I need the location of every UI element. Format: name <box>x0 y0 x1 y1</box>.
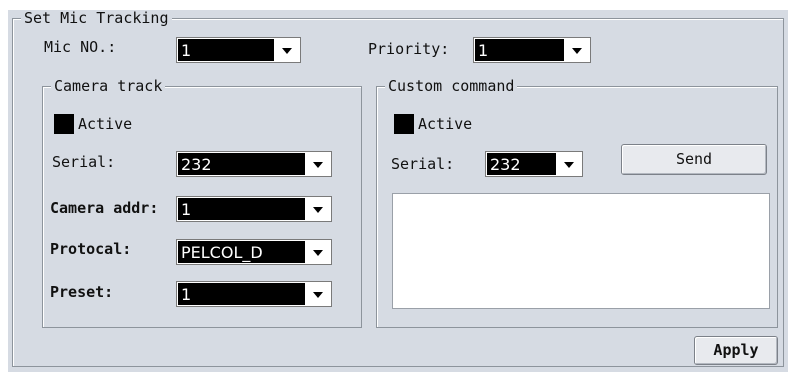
camera-serial-value: 232 <box>178 153 305 175</box>
chevron-down-icon[interactable] <box>564 38 590 62</box>
camera-serial-label: Serial: <box>52 153 116 171</box>
chevron-down-icon[interactable] <box>556 152 582 176</box>
chevron-down-icon[interactable] <box>305 240 331 264</box>
priority-label: Priority: <box>368 40 450 58</box>
mic-no-select[interactable]: 1 <box>176 37 301 63</box>
custom-serial-value: 232 <box>487 153 556 175</box>
preset-label: Preset: <box>50 283 114 301</box>
preset-value: 1 <box>178 283 305 305</box>
custom-command-active-checkbox[interactable] <box>394 114 414 134</box>
camera-serial-select[interactable]: 232 <box>176 151 332 177</box>
priority-select[interactable]: 1 <box>473 37 591 63</box>
send-button[interactable]: Send <box>621 144 767 175</box>
mic-no-value: 1 <box>178 39 274 61</box>
custom-command-textarea[interactable] <box>392 193 770 309</box>
chevron-down-icon[interactable] <box>305 152 331 176</box>
camera-addr-select[interactable]: 1 <box>176 196 332 222</box>
custom-command-legend: Custom command <box>385 78 518 94</box>
custom-command-active-label: Active <box>418 115 473 133</box>
chevron-down-icon[interactable] <box>305 197 331 221</box>
custom-serial-select[interactable]: 232 <box>485 151 583 177</box>
preset-select[interactable]: 1 <box>176 281 332 307</box>
mic-tracking-panel: Set Mic Tracking Mic NO.: 1 Priority: 1 … <box>8 10 788 372</box>
camera-track-active-label: Active <box>78 115 133 133</box>
custom-serial-label: Serial: <box>391 155 455 173</box>
apply-button[interactable]: Apply <box>694 336 778 365</box>
chevron-down-icon[interactable] <box>305 282 331 306</box>
chevron-down-icon[interactable] <box>274 38 300 62</box>
protocol-label: Protocal: <box>50 240 132 258</box>
camera-addr-value: 1 <box>178 198 305 220</box>
priority-value: 1 <box>475 39 564 61</box>
camera-track-legend: Camera track <box>51 78 166 94</box>
set-mic-tracking-title: Set Mic Tracking <box>21 10 172 26</box>
camera-track-active-checkbox[interactable] <box>54 114 74 134</box>
protocol-value: PELCOL_D <box>178 241 305 263</box>
camera-addr-label: Camera addr: <box>50 199 159 217</box>
mic-no-label: Mic NO.: <box>44 38 117 56</box>
protocol-select[interactable]: PELCOL_D <box>176 239 332 265</box>
